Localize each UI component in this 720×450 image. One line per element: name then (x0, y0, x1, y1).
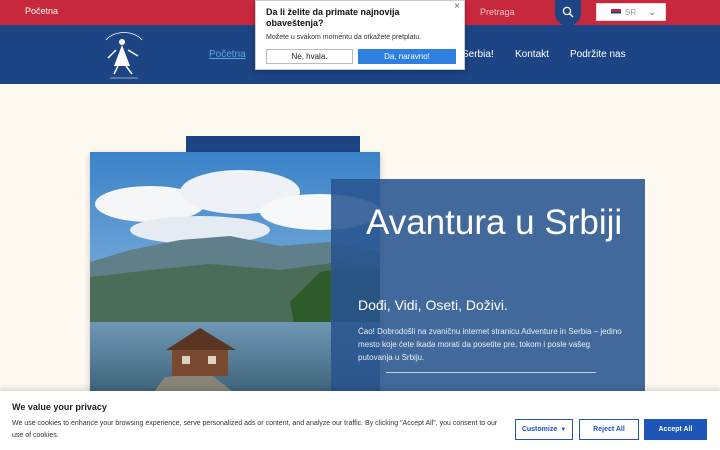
nav-item-kontakt[interactable]: Kontakt (515, 49, 549, 60)
accept-button[interactable]: Da, naravno! (358, 49, 456, 64)
cookie-text: We use cookies to enhance your browsing … (12, 420, 498, 439)
nav-item-podrzite-nas[interactable]: Podržite nas (570, 49, 626, 60)
site-logo[interactable] (100, 28, 148, 82)
close-icon[interactable]: × (454, 1, 460, 12)
language-code: SR (625, 8, 637, 17)
hero-subtitle: Dođi, Vidi, Oseti, Doživi. (358, 297, 508, 313)
decline-button[interactable]: Ne, hvala. (266, 49, 353, 64)
nav-item-serbia[interactable]: Serbia! (462, 49, 494, 60)
hero-panel: Avantura u Srbiji Dođi, Vidi, Oseti, Dož… (331, 179, 645, 397)
cookie-banner: We value your privacy We use cookies to … (0, 391, 720, 450)
hero-title: Avantura u Srbiji (366, 203, 623, 242)
divider (386, 372, 596, 373)
reject-all-button[interactable]: Reject All (579, 419, 639, 440)
search-box: Pretraga (466, 0, 581, 26)
push-question: Da li želite da primate najnovija obaveš… (266, 7, 400, 28)
top-home-link[interactable]: Početna (25, 6, 58, 16)
push-notification-prompt: × Da li želite da primate najnovija obav… (255, 0, 465, 70)
caret-down-icon: ▼ (560, 426, 567, 433)
cookie-title: We value your privacy (12, 402, 107, 412)
serbia-flag-icon (611, 9, 621, 16)
language-select[interactable]: SR ⌄ (596, 3, 666, 21)
search-icon (562, 6, 574, 18)
customize-button[interactable]: Customize ▼ (515, 419, 573, 440)
nav-item-pocetna[interactable]: Početna (209, 49, 246, 60)
push-note: Možete u svakom momentu da otkažete pret… (266, 34, 422, 41)
hero-body: Ćao! Dobrodošli na zvaničnu internet str… (358, 327, 622, 362)
chevron-down-icon: ⌄ (648, 7, 656, 17)
search-button[interactable] (555, 0, 581, 26)
search-input[interactable]: Pretraga (480, 7, 515, 17)
accept-all-button[interactable]: Accept All (644, 419, 707, 440)
customize-label: Customize (521, 426, 558, 433)
